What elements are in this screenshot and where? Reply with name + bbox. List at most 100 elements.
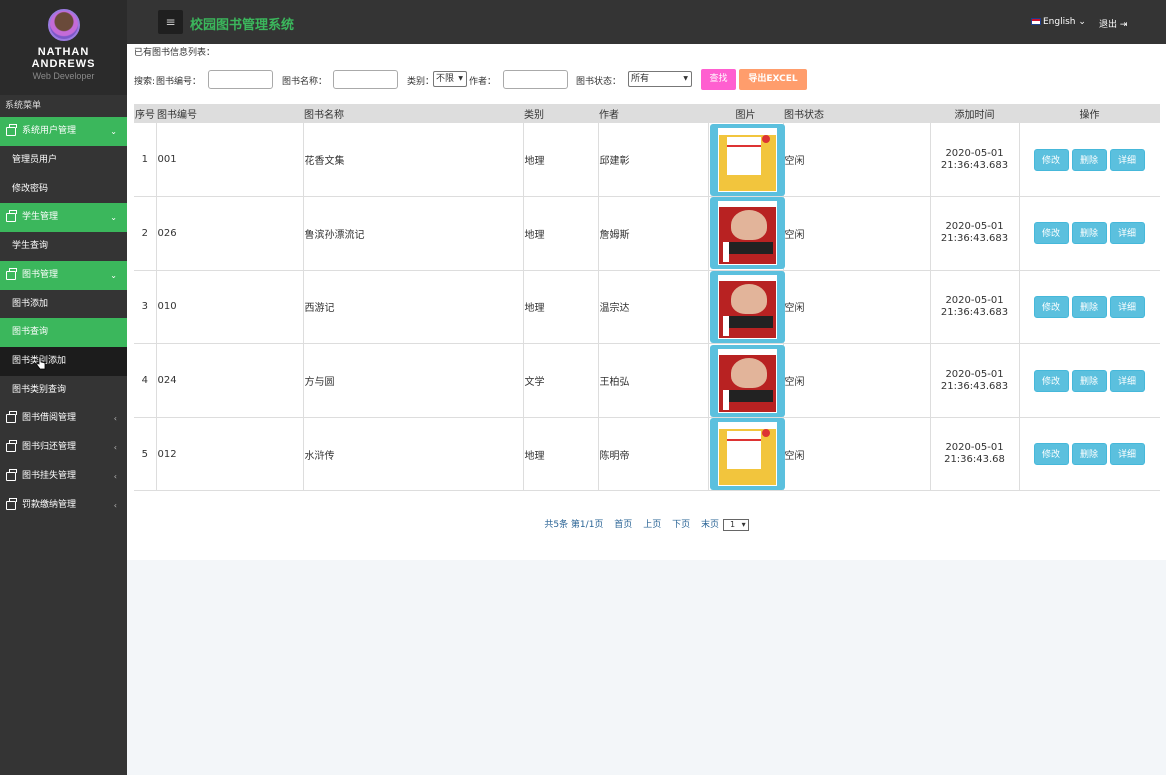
page-select[interactable]: 1 ▾ [722,518,749,531]
language-label: English [1043,17,1076,27]
sidebar-group-3[interactable]: 图书借阅管理 ‹ [0,404,127,433]
main-content: 已有图书信息列表： 搜索: 图书编号： 图书名称： 类别： 不限 ▼ 作者： 图书… [127,44,1166,560]
folder-icon [6,210,17,223]
header-status: 图书状态 [783,104,930,123]
category-select[interactable]: 不限 ▼ [433,71,467,87]
book-cover-image[interactable] [709,418,785,491]
header-seq: 序号 [134,104,156,123]
sidebar-group-label: 图书管理 [22,269,59,280]
book-name-input[interactable] [333,70,398,89]
profile-panel: NATHAN ANDREWS Web Developer [0,0,127,95]
detail-button[interactable]: 详细 [1109,222,1145,245]
delete-button[interactable]: 删除 [1071,369,1107,392]
cover-stripe [722,389,773,402]
delete-button[interactable]: 删除 [1071,295,1107,318]
chevron-down-icon: ⌄ [110,270,117,280]
cell-category: 地理 [523,196,599,271]
sidebar-group-4[interactable]: 图书归还管理 ‹ [0,433,127,462]
edit-button[interactable]: 修改 [1033,295,1069,318]
detail-button[interactable]: 详细 [1109,443,1145,466]
table-row: 3 010 西游记 地理 温宗达 空闲 2020-05-01 21:36:43.683 修改 删除… [134,270,1160,345]
cell-category: 地理 [523,417,599,492]
sidebar-group-label: 系统用户管理 [22,126,77,136]
cell-image [708,270,785,345]
cover-band [726,431,761,470]
table-row: 4 024 方与圆 文学 王柏弘 空闲 2020-05-01 21:36:43.683 修改 删除… [134,343,1160,418]
delete-button[interactable]: 删除 [1071,222,1107,245]
sidebar-item[interactable]: 图书类别添加 [0,346,127,376]
sidebar-group-5[interactable]: 图书挂失管理 ‹ [0,462,127,491]
pager-prev-link[interactable]: 上页 [643,520,661,530]
book-no-input[interactable] [208,70,273,89]
cell-status: 空闲 [783,123,931,198]
cell-book-name: 水浒传 [303,417,524,492]
pager-next-link[interactable]: 下页 [672,520,690,530]
sidebar-item[interactable]: 图书类别查询 [0,375,127,405]
cell-added-time: 2020-05-01 21:36:43.683 [930,123,1020,198]
chevron-down-icon: ⌄ [1078,17,1086,27]
sidebar-group-0[interactable]: 系统用户管理 ⌄ [0,117,127,146]
cell-author: 邱建彰 [598,123,709,198]
top-navbar: ≡ 校园图书管理系统 English ⌄ 退出 ⇥ [127,0,1166,44]
book-cover [717,127,777,192]
cover-stripe [722,242,773,255]
detail-button[interactable]: 详细 [1109,148,1145,171]
table-row: 1 001 花香文集 地理 邱建彰 空闲 2020-05-01 21:36:43.683 修改删… [134,123,1160,198]
sidebar-item-label: 图书查询 [12,327,49,338]
chevron-down-icon: ⌄ [110,213,117,223]
sidebar-item[interactable]: 图书添加 [0,289,127,319]
detail-button[interactable]: 详细 [1109,369,1145,392]
edit-button[interactable]: 修改 [1033,222,1069,245]
sidebar-group-label: 罚款缴纳管理 [22,500,77,511]
folder-icon [6,498,17,511]
export-excel-button[interactable]: 导出EXCEL [739,69,807,90]
chevron-left-icon: ‹ [113,501,117,511]
author-input[interactable] [503,70,568,89]
sidebar-item[interactable]: 学生查询 [0,232,127,261]
status-label: 图书状态： [576,77,622,87]
delete-button[interactable]: 删除 [1071,443,1107,466]
table-row: 2 026 鲁滨孙漂流记 地理 詹姆斯 空闲 2020-05-01 21:36:43.683 修… [134,196,1160,271]
pager-first-link[interactable]: 首页 [614,520,632,530]
chevron-left-icon: ‹ [113,414,117,424]
cover-line [726,439,761,442]
book-cover-image[interactable] [709,270,785,343]
cell-added-time: 2020-05-01 21:36:43.683 [930,270,1020,345]
book-cover [717,201,777,266]
cell-author: 陈明帝 [598,417,709,492]
search-button[interactable]: 查找 [701,69,736,90]
author-label: 作者： [469,77,497,87]
menu-toggle-icon[interactable]: ≡ [158,10,183,34]
search-label: 搜索: [134,77,156,87]
sidebar-group-2[interactable]: 图书管理 ⌄ [0,260,127,290]
detail-button[interactable]: 详细 [1109,295,1145,318]
sidebar-item[interactable]: 修改密码 [0,174,127,204]
delete-button[interactable]: 删除 [1071,148,1107,171]
uk-flag-icon [1031,18,1041,25]
edit-button[interactable]: 修改 [1033,148,1069,171]
book-name-label: 图书名称： [282,77,328,87]
app-title: 校园图书管理系统 [190,18,295,33]
cell-author: 温宗达 [598,270,709,345]
sidebar-group-6[interactable]: 罚款缴纳管理 ‹ [0,491,127,520]
book-cover-image[interactable] [709,123,785,196]
status-select[interactable]: 所有 ▼ [628,71,692,87]
sidebar-item[interactable]: 图书查询 [0,318,127,347]
cell-seq: 4 [134,343,157,418]
book-cover-image[interactable] [709,344,785,417]
edit-button[interactable]: 修改 [1033,369,1069,392]
sidebar-item[interactable]: 管理员用户 [0,146,127,175]
cover-bar [722,315,729,336]
sidebar: NATHAN ANDREWS Web Developer 系统菜单 系统用户管理… [0,0,127,775]
cell-image [708,196,785,271]
book-cover-image[interactable] [709,197,785,270]
chevron-left-icon: ‹ [113,472,117,482]
pager-last-link[interactable]: 末页 [701,520,719,530]
header-added-time: 添加时间 [930,104,1019,123]
sidebar-group-label: 图书归还管理 [22,442,77,453]
edit-button[interactable]: 修改 [1033,443,1069,466]
language-switcher[interactable]: English ⌄ [1031,17,1086,27]
cell-actions: 修改 删除 详细 [1019,123,1160,198]
sidebar-group-1[interactable]: 学生管理 ⌄ [0,203,127,233]
logout-link[interactable]: 退出 ⇥ [1099,17,1127,30]
